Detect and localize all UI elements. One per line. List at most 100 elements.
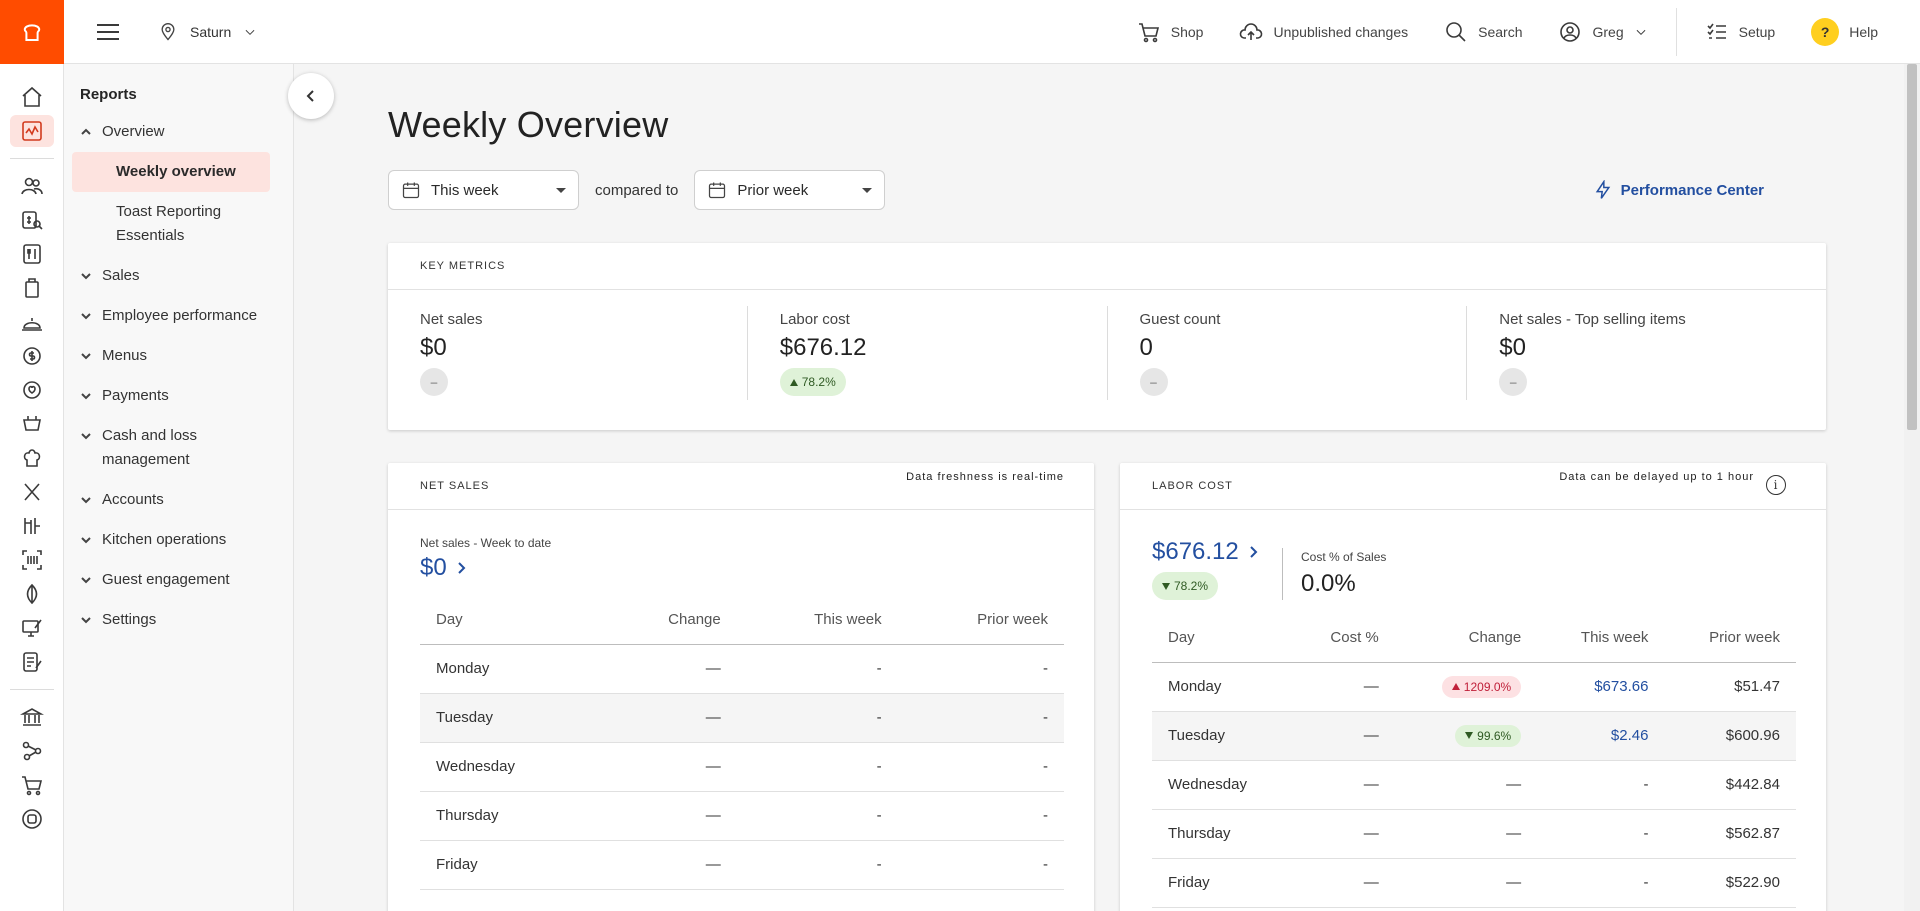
hamburger-menu-icon[interactable] [88, 12, 128, 52]
inventory-icon[interactable] [10, 510, 54, 542]
dining-icon[interactable] [10, 408, 54, 440]
sidebar-item-payments[interactable]: Payments [80, 376, 293, 416]
chevron-right-icon [1250, 546, 1258, 558]
labor-cost-change-value: 78.2% [1174, 579, 1209, 593]
sidebar-item-kitchen-operations[interactable]: Kitchen operations [80, 520, 293, 560]
devices-icon[interactable] [10, 612, 54, 644]
cell-this-week: - [1537, 760, 1665, 810]
change-value: 99.6% [1477, 728, 1512, 743]
data-freshness-note: Data freshness is real-time [906, 471, 1064, 483]
cell-day: Tuesday [420, 693, 600, 743]
net-sales-sub-label: Net sales - Week to date [420, 536, 552, 550]
column-header[interactable]: Prior week [1664, 614, 1796, 663]
sidebar-item-guest-engagement[interactable]: Guest engagement [80, 560, 293, 600]
sidebar-item-label: Settings [102, 611, 157, 628]
metric-top-selling-items[interactable]: Net sales - Top selling items $0 – [1467, 306, 1826, 400]
sidebar-item-accounts[interactable]: Accounts [80, 480, 293, 520]
cell-change: — [600, 791, 737, 841]
user-avatar-icon [1560, 22, 1581, 42]
cost-pct-label: Cost % of Sales [1301, 550, 1387, 564]
payments-icon[interactable] [10, 340, 54, 372]
this-week-link[interactable]: $673.66 [1594, 678, 1648, 695]
cell-this-week[interactable]: $2.46 [1537, 711, 1665, 761]
cell-change: 99.6% [1394, 711, 1538, 761]
shop-label: Shop [1170, 24, 1204, 40]
sidebar-item-label: Overview [102, 123, 165, 140]
scrollbar-thumb[interactable] [1907, 64, 1917, 430]
net-sales-value-link[interactable]: $0 [420, 554, 1094, 582]
sidebar-item-label: Menus [102, 347, 148, 364]
guests-icon[interactable] [10, 170, 54, 202]
column-header[interactable]: Change [600, 596, 737, 645]
sidebar-item-overview[interactable]: Overview [80, 112, 293, 152]
period-select[interactable]: This week [388, 170, 579, 210]
cell-change: — [1394, 858, 1538, 908]
sidebar-item-label: Employee performance [102, 307, 258, 324]
metric-change-badge: – [420, 368, 448, 396]
calendar-icon [709, 182, 726, 199]
home-icon[interactable] [10, 81, 54, 113]
kitchen-chef-icon[interactable] [10, 442, 54, 474]
caret-down-icon [556, 187, 566, 193]
change-badge: 1209.0% [1441, 675, 1522, 698]
shop-button[interactable]: Shop [1137, 20, 1204, 44]
column-header[interactable]: This week [1537, 614, 1665, 663]
sidebar-scrollbar[interactable] [281, 64, 293, 911]
barcode-scanner-icon[interactable] [10, 544, 54, 576]
integrations-x-icon[interactable] [10, 476, 54, 508]
search-button[interactable]: Search [1444, 20, 1522, 44]
sidebar-item-menus[interactable]: Menus [80, 336, 293, 376]
column-header[interactable]: Cost % [1292, 614, 1395, 663]
cell-day: Monday [420, 644, 600, 694]
column-header[interactable]: Day [420, 596, 600, 645]
column-header[interactable]: Change [1394, 614, 1538, 663]
sidebar-subitem-weekly-overview[interactable]: Weekly overview [72, 152, 270, 192]
cell-day: Thursday [1152, 809, 1292, 859]
network-icon[interactable] [10, 735, 54, 767]
column-header[interactable]: Day [1152, 614, 1292, 663]
payroll-search-icon[interactable] [10, 204, 54, 236]
page-scrollbar[interactable] [1904, 64, 1920, 911]
performance-center-link[interactable]: Performance Center [1593, 180, 1764, 200]
metric-net-sales[interactable]: Net sales $0 – [388, 306, 748, 400]
compare-period-select[interactable]: Prior week [694, 170, 886, 210]
sidebar-item-employee-performance[interactable]: Employee performance [80, 296, 293, 336]
ingredient-icon[interactable] [10, 578, 54, 610]
marketing-icon[interactable] [10, 374, 54, 406]
cell-change: 1209.0% [1394, 662, 1538, 712]
retail-bag-icon[interactable] [10, 272, 54, 304]
info-icon[interactable]: i [1766, 475, 1786, 495]
setup-button[interactable]: Setup [1705, 20, 1775, 44]
sidebar-item-settings[interactable]: Settings [80, 600, 293, 640]
checklist-edit-icon[interactable] [10, 646, 54, 678]
sidebar-item-sales[interactable]: Sales [80, 256, 293, 296]
help-label: Help [1849, 24, 1878, 40]
sidebar-subitem-toast-reporting-essentials[interactable]: Toast Reporting Essentials [72, 192, 270, 256]
metric-label: Labor cost [779, 311, 850, 328]
triangle-up-icon [789, 378, 798, 386]
unpublished-changes-button[interactable]: Unpublished changes [1239, 20, 1408, 44]
menus-icon[interactable] [10, 238, 54, 270]
table-row: Monday — - - [420, 644, 1064, 694]
help-button[interactable]: ? Help [1811, 18, 1878, 46]
column-header[interactable]: This week [736, 596, 898, 645]
toast-logo-icon[interactable] [0, 0, 64, 64]
service-bell-icon[interactable] [10, 306, 54, 338]
user-menu[interactable]: Greg [1558, 20, 1647, 44]
main-content: Weekly Overview This week compared to Pr… [312, 64, 1902, 911]
cart-icon[interactable] [10, 769, 54, 801]
metric-labor-cost[interactable]: Labor cost $676.12 78.2% [748, 306, 1108, 400]
this-week-link[interactable]: $2.46 [1611, 727, 1649, 744]
bank-icon[interactable] [10, 701, 54, 733]
cell-this-week[interactable]: $673.66 [1537, 662, 1665, 712]
reports-icon[interactable] [9, 115, 54, 147]
unpublished-changes-label: Unpublished changes [1273, 24, 1409, 40]
chevron-down-icon [81, 433, 91, 440]
column-header[interactable]: Prior week [897, 596, 1064, 645]
sidebar-item-cash-and-loss[interactable]: Cash and loss management [80, 416, 293, 480]
chevron-down-icon [81, 273, 91, 280]
metric-guest-count[interactable]: Guest count 0 – [1108, 306, 1468, 400]
labor-cost-value-link[interactable]: $676.12 [1152, 538, 1282, 566]
location-selector[interactable]: Saturn [158, 22, 257, 42]
support-icon[interactable] [10, 803, 54, 835]
